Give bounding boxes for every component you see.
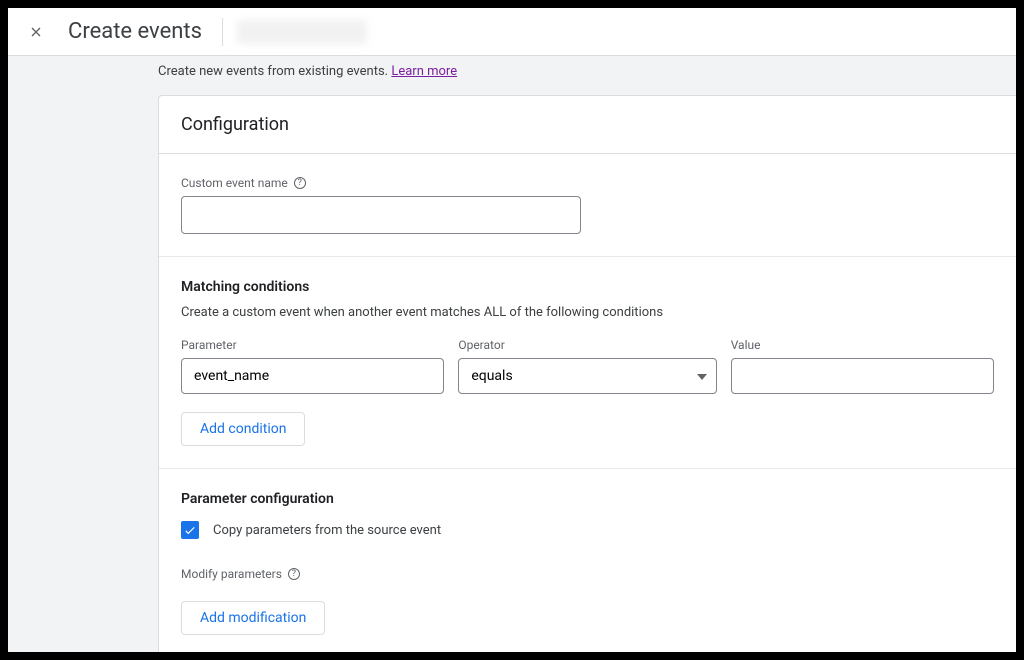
copy-parameters-checkbox[interactable] bbox=[181, 521, 199, 539]
learn-more-link[interactable]: Learn more bbox=[391, 64, 457, 79]
add-modification-button[interactable]: Add modification bbox=[181, 601, 325, 635]
value-column: Value bbox=[731, 338, 994, 394]
close-button[interactable] bbox=[24, 20, 48, 44]
custom-event-name-label-text: Custom event name bbox=[181, 176, 288, 190]
parameter-label: Parameter bbox=[181, 338, 444, 352]
parameter-configuration-title: Parameter configuration bbox=[181, 491, 994, 507]
configuration-panel: Configuration Custom event name ? Matchi… bbox=[158, 95, 1016, 652]
copy-parameters-label: Copy parameters from the source event bbox=[213, 523, 441, 538]
parameter-input[interactable] bbox=[181, 358, 444, 394]
panel-header: Configuration bbox=[159, 96, 1016, 154]
parameter-column: Parameter bbox=[181, 338, 444, 394]
intro-text: Create new events from existing events. … bbox=[158, 56, 1016, 95]
value-label: Value bbox=[731, 338, 994, 352]
check-icon bbox=[183, 523, 197, 537]
page-title: Create events bbox=[68, 19, 202, 44]
operator-select[interactable] bbox=[458, 358, 716, 394]
help-icon[interactable]: ? bbox=[288, 568, 300, 580]
header-subtitle-redacted bbox=[237, 20, 367, 44]
intro-description: Create new events from existing events. bbox=[158, 64, 391, 79]
help-icon[interactable]: ? bbox=[294, 177, 306, 189]
operator-label: Operator bbox=[458, 338, 716, 352]
copy-parameters-row: Copy parameters from the source event bbox=[181, 521, 994, 539]
condition-row: Parameter Operator Value bbox=[181, 338, 994, 394]
value-input[interactable] bbox=[731, 358, 994, 394]
matching-conditions-description: Create a custom event when another event… bbox=[181, 305, 994, 320]
custom-event-name-section: Custom event name ? bbox=[159, 154, 1016, 257]
matching-conditions-section: Matching conditions Create a custom even… bbox=[159, 257, 1016, 469]
matching-conditions-title: Matching conditions bbox=[181, 279, 994, 295]
custom-event-name-input[interactable] bbox=[181, 196, 581, 234]
page-header: Create events bbox=[8, 8, 1016, 56]
panel-title: Configuration bbox=[181, 114, 994, 135]
add-condition-button[interactable]: Add condition bbox=[181, 412, 305, 446]
close-icon bbox=[28, 24, 44, 40]
custom-event-name-label: Custom event name ? bbox=[181, 176, 994, 190]
modify-parameters-label: Modify parameters ? bbox=[181, 567, 994, 581]
modify-parameters-label-text: Modify parameters bbox=[181, 567, 282, 581]
content-area: Create new events from existing events. … bbox=[8, 56, 1016, 652]
operator-column: Operator bbox=[458, 338, 716, 394]
header-divider bbox=[222, 18, 223, 46]
parameter-configuration-section: Parameter configuration Copy parameters … bbox=[159, 469, 1016, 652]
